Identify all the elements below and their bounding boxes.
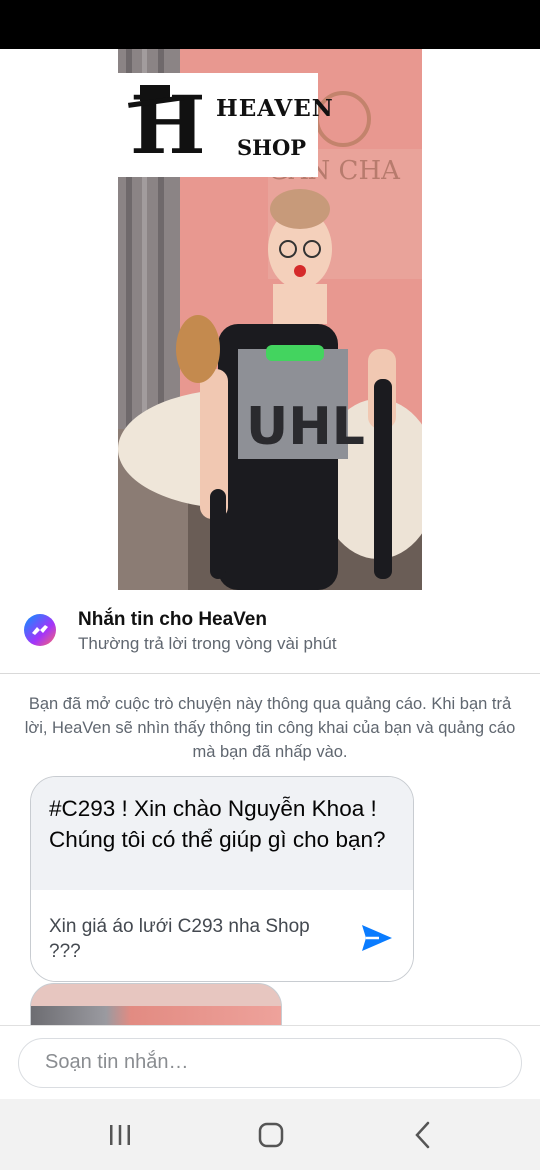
ad-video[interactable]: GAN CHA UHL H HEAVEN SHOP [118, 49, 422, 590]
quick-reply[interactable]: Xin giá áo lưới C293 nha Shop ??? [31, 890, 413, 981]
home-icon[interactable] [251, 1117, 291, 1153]
messenger-icon [24, 614, 56, 646]
chat-title: Nhắn tin cho HeaVen [78, 609, 267, 630]
logo-line-2: SHOP [237, 135, 307, 160]
chat-header: Nhắn tin cho HeaVen Thường trả lời trong… [0, 590, 540, 674]
welcome-card: #C293 ! Xin chào Nguyễn Khoa ! Chúng tôi… [30, 776, 414, 982]
ad-media[interactable]: GAN CHA UHL H HEAVEN SHOP [0, 49, 540, 590]
logo-line-1: HEAVEN [216, 95, 334, 122]
back-icon[interactable] [403, 1117, 443, 1153]
hat-icon [128, 85, 185, 108]
response-time: Thường trả lời trong vòng vài phút [78, 634, 337, 653]
welcome-message: #C293 ! Xin chào Nguyễn Khoa ! Chúng tôi… [31, 777, 413, 890]
ad-notice: Bạn đã mở cuộc trò chuyện này thông qua … [24, 695, 516, 761]
shop-logo: H HEAVEN SHOP [118, 73, 333, 177]
system-nav-bar [0, 1099, 540, 1170]
recents-icon[interactable] [100, 1117, 140, 1153]
svg-text:UHL: UHL [246, 397, 365, 457]
status-bar [0, 0, 540, 49]
message-input[interactable]: Soạn tin nhắn… [18, 1038, 522, 1088]
quick-reply-text[interactable]: Xin giá áo lưới C293 nha Shop ??? [49, 914, 319, 964]
send-icon[interactable] [359, 920, 395, 956]
compose-bar: Soạn tin nhắn… [0, 1025, 540, 1099]
